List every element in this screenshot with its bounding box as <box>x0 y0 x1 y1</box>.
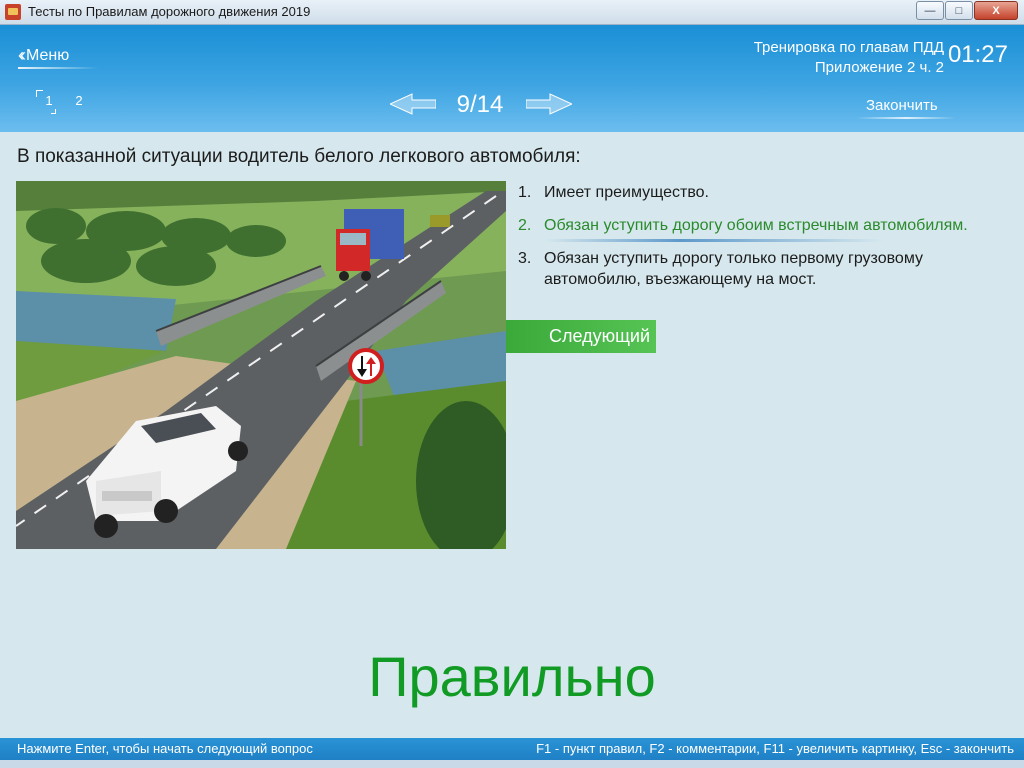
answer-list: 1. Имеет преимущество. 2. Обязан уступит… <box>518 182 998 302</box>
correct-answer-underline <box>544 239 884 242</box>
window-controls: — □ X <box>915 1 1018 21</box>
answer-number: 2. <box>518 217 532 234</box>
finish-underline <box>856 117 956 119</box>
maximize-button[interactable]: □ <box>945 1 973 20</box>
finish-button[interactable]: Закончить <box>866 97 938 114</box>
menu-button[interactable]: ‹‹ Меню <box>18 45 69 66</box>
header-bar: ‹‹ Меню Тренировка по главам ПДД Приложе… <box>0 25 1024 132</box>
answer-number: 1. <box>518 184 532 201</box>
question-text: В показанной ситуации водитель белого ле… <box>17 146 581 167</box>
minimize-button[interactable]: — <box>916 1 944 20</box>
menu-underline <box>18 67 98 69</box>
training-mode: Тренировка по главам ПДД Приложение 2 ч.… <box>754 38 944 78</box>
question-tab-2[interactable]: 2 <box>64 93 94 108</box>
chevron-double-left-icon: ‹‹ <box>18 45 26 65</box>
enter-hint: Нажмите Enter, чтобы начать следующий во… <box>17 741 313 756</box>
window-title: Тесты по Правилам дорожного движения 201… <box>28 4 311 19</box>
close-button[interactable]: X <box>974 1 1018 20</box>
window-titlebar[interactable]: Тесты по Правилам дорожного движения 201… <box>0 0 1024 25</box>
menu-label: Меню <box>26 46 70 64</box>
timer: 01:27 <box>947 41 1008 68</box>
answer-text: Обязан уступить дорогу только первому гр… <box>544 250 923 288</box>
status-bar: Нажмите Enter, чтобы начать следующий во… <box>0 738 1024 760</box>
answer-2[interactable]: 2. Обязан уступить дорогу обоим встречны… <box>518 215 998 242</box>
answer-3[interactable]: 3. Обязан уступить дорогу только первому… <box>518 248 998 290</box>
app-icon <box>5 4 21 20</box>
answer-text: Обязан уступить дорогу обоим встречным а… <box>544 217 968 234</box>
question-image[interactable] <box>16 181 506 549</box>
question-panel: В показанной ситуации водитель белого ле… <box>0 132 1024 738</box>
arrow-right-icon[interactable] <box>526 93 572 115</box>
next-button[interactable]: Следующий <box>506 320 656 353</box>
window-bottom-border <box>0 760 1024 768</box>
mode-title: Тренировка по главам ПДД <box>753 39 944 56</box>
question-tab-1[interactable]: 1 <box>34 90 64 114</box>
question-tabs: 1 2 <box>34 90 94 114</box>
question-counter: 9/14 <box>456 91 504 118</box>
mode-subtitle: Приложение 2 ч. 2 <box>814 59 944 76</box>
answer-1[interactable]: 1. Имеет преимущество. <box>518 182 998 203</box>
shortcut-hints: F1 - пункт правил, F2 - комментарии, F11… <box>536 741 1014 756</box>
result-text: Правильно <box>368 645 656 708</box>
arrow-left-icon[interactable] <box>390 93 436 115</box>
answer-number: 3. <box>518 250 532 267</box>
answer-text: Имеет преимущество. <box>544 184 709 201</box>
